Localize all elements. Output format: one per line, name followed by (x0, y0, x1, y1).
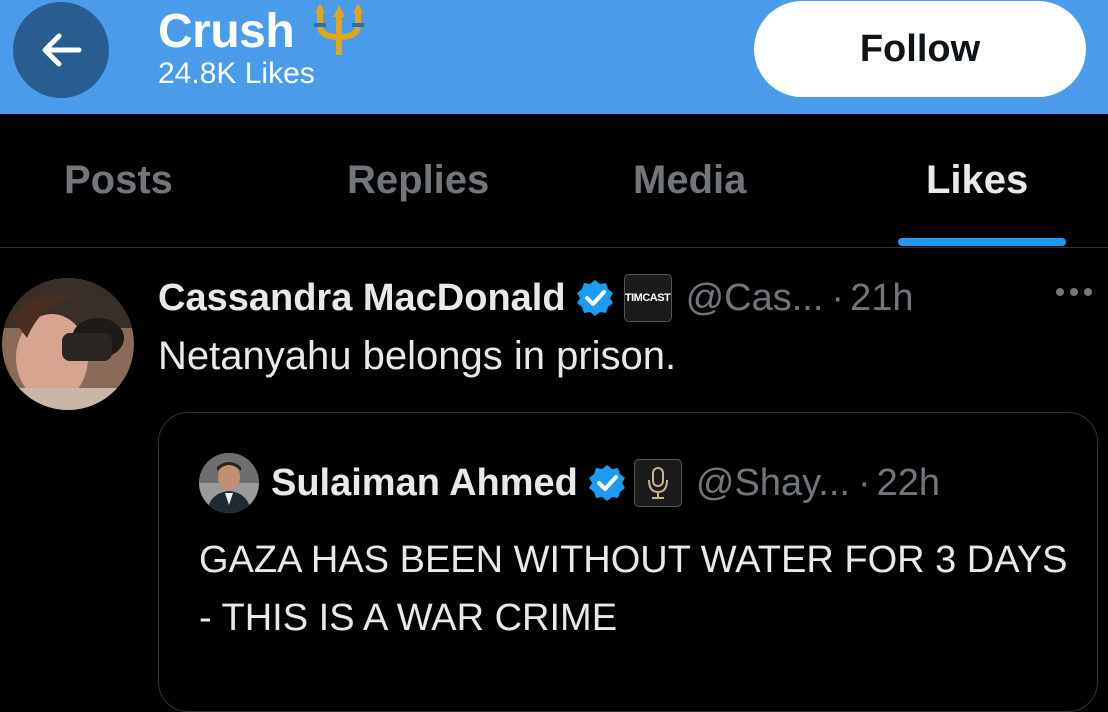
tweet-time[interactable]: 21h (850, 277, 913, 320)
quote-author-handle: @Shay... (695, 461, 850, 504)
author-handle: @Cas... (685, 276, 824, 319)
profile-name: Crush (158, 5, 295, 58)
separator-dot: · (831, 276, 845, 319)
tab-likes[interactable]: Likes (926, 158, 1028, 203)
tweet-text: Netanyahu belongs in prison. (158, 334, 677, 378)
author-name[interactable]: Cassandra MacDonald (158, 277, 566, 320)
tab-media[interactable]: Media (633, 158, 746, 203)
affiliate-badge[interactable]: TIMCAST (623, 274, 672, 322)
avatar[interactable] (2, 278, 134, 410)
tweet-header: Cassandra MacDonald TIMCAST @Cas... · 21… (158, 272, 913, 324)
quote-author-name[interactable]: Sulaiman Ahmed (271, 462, 578, 505)
profile-tabs: Posts Replies Media Likes (0, 114, 1108, 248)
quote-avatar[interactable] (199, 453, 259, 513)
verified-badge-icon (588, 464, 626, 502)
follow-button[interactable]: Follow (754, 1, 1086, 97)
separator-dot: · (857, 461, 871, 504)
quote-time[interactable]: 22h (877, 462, 940, 505)
back-button[interactable] (13, 2, 109, 98)
avatar-image (2, 278, 134, 410)
quote-header: Sulaiman Ahmed @Shay... · 22h (271, 457, 940, 509)
quote-text: GAZA HAS BEEN WITHOUT WATER FOR 3 DAYS -… (199, 539, 1068, 639)
quoted-tweet[interactable]: Sulaiman Ahmed @Shay... · 22h GAZA HAS B… (158, 412, 1098, 712)
quote-avatar-image (199, 453, 259, 513)
likes-count: 24.8K Likes (158, 57, 315, 90)
podcast-mic-icon[interactable] (633, 459, 682, 507)
verified-badge-icon (576, 279, 614, 317)
profile-title-block: Crush 24.8K Likes (158, 3, 370, 90)
tab-posts[interactable]: Posts (64, 158, 173, 203)
arrow-left-icon (42, 33, 82, 67)
active-tab-indicator (898, 238, 1066, 246)
trident-emoji (314, 3, 365, 55)
profile-header-bar: Crush 24.8K Likes Follow (0, 0, 1108, 114)
more-options-icon[interactable] (1054, 282, 1094, 302)
tab-replies[interactable]: Replies (347, 158, 489, 203)
